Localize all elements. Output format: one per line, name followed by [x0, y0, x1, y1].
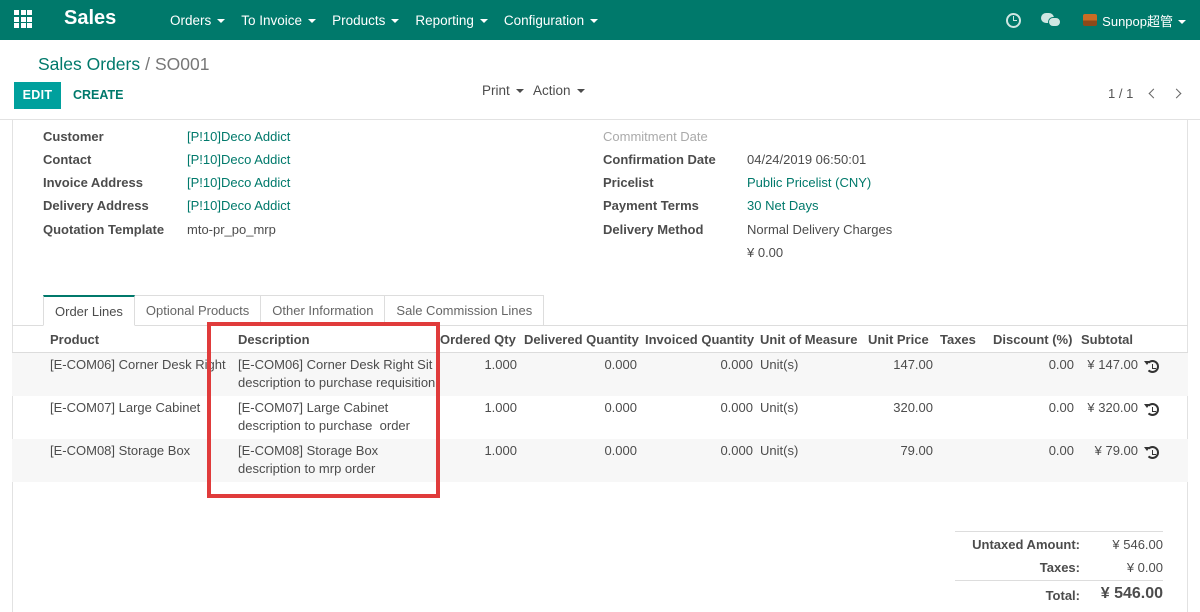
customer-label: Customer: [43, 129, 104, 144]
caret-down-icon: [576, 89, 585, 94]
delivery-method-label: Delivery Method: [603, 222, 704, 237]
row-ordered-qty: 1.000: [484, 357, 517, 372]
column-header-discount[interactable]: Discount (%): [993, 332, 1072, 347]
caret-down-icon: [391, 18, 400, 23]
app-brand[interactable]: Sales: [64, 7, 116, 30]
pricelist-value[interactable]: Public Pricelist (CNY): [747, 175, 871, 190]
breadcrumb-separator: /: [145, 54, 150, 74]
untaxed-amount-value: ¥ 546.00: [1112, 537, 1163, 552]
totals-top-divider: [955, 531, 1163, 532]
history-icon[interactable]: [1144, 446, 1159, 459]
menu-configuration[interactable]: Configuration: [504, 13, 599, 28]
delivery-address-value[interactable]: [P!10]Deco Addict: [187, 198, 290, 213]
main-menu: Orders To Invoice Products Reporting Con…: [170, 0, 614, 40]
confirmation-date-label: Confirmation Date: [603, 152, 716, 167]
row-unit-price: 79.00: [900, 443, 933, 458]
total-label: Total:: [1045, 588, 1080, 603]
pager-previous-button[interactable]: [1147, 87, 1159, 101]
row-invoiced-qty: 0.000: [720, 443, 753, 458]
totals-divider: [955, 580, 1163, 581]
row-delivered-qty: 0.000: [604, 357, 637, 372]
column-header-delivered-quantity[interactable]: Delivered Quantity: [524, 332, 639, 347]
confirmation-date-value: 04/24/2019 06:50:01: [747, 152, 867, 167]
column-header-taxes[interactable]: Taxes: [940, 332, 976, 347]
caret-down-icon: [1178, 20, 1186, 25]
invoice-address-label: Invoice Address: [43, 175, 143, 190]
chevron-right-icon: [1171, 88, 1182, 99]
row-product: [E-COM08] Storage Box: [50, 443, 191, 458]
payment-terms-label: Payment Terms: [603, 198, 699, 213]
tab-order-lines[interactable]: Order Lines: [43, 295, 135, 326]
pricelist-label: Pricelist: [603, 175, 654, 190]
column-header-unit-price[interactable]: Unit Price: [868, 332, 929, 347]
column-header-ordered-qty[interactable]: Ordered Qty: [440, 332, 516, 347]
taxes-value: ¥ 0.00: [1126, 560, 1163, 575]
total-value: ¥ 546.00: [1100, 585, 1163, 602]
delivery-method-value: Normal Delivery Charges: [747, 222, 893, 237]
breadcrumb: Sales Orders / SO001: [38, 54, 209, 75]
delivery-address-label: Delivery Address: [43, 198, 149, 213]
column-header-unit-of-measure[interactable]: Unit of Measure: [760, 332, 858, 347]
delivery-price-value: ¥ 0.00: [747, 245, 784, 260]
top-navbar: Sales Orders To Invoice Products Reporti…: [0, 0, 1200, 40]
row-subtotal: ¥ 147.00: [1087, 357, 1138, 372]
row-subtotal: ¥ 79.00: [1094, 443, 1138, 458]
row-unit-of-measure: Unit(s): [760, 443, 799, 458]
menu-products[interactable]: Products: [332, 13, 400, 28]
row-ordered-qty: 1.000: [484, 400, 517, 415]
row-unit-price: 320.00: [893, 400, 933, 415]
create-button[interactable]: CREATE: [73, 82, 123, 109]
row-invoiced-qty: 0.000: [720, 400, 753, 415]
untaxed-amount-label: Untaxed Amount:: [972, 537, 1080, 552]
customer-value[interactable]: [P!10]Deco Addict: [187, 129, 290, 144]
row-product: [E-COM06] Corner Desk Right Sit: [50, 357, 230, 372]
column-header-subtotal[interactable]: Subtotal: [1081, 332, 1133, 347]
menu-to-invoice[interactable]: To Invoice: [241, 13, 317, 28]
column-header-product[interactable]: Product: [50, 332, 99, 347]
user-avatar[interactable]: [1083, 14, 1098, 26]
row-unit-price: 147.00: [893, 357, 933, 372]
edit-button[interactable]: EDIT: [14, 82, 61, 109]
breadcrumb-sales-orders[interactable]: Sales Orders: [38, 54, 140, 74]
description-highlight-box: [207, 322, 440, 498]
action-dropdown[interactable]: Action: [533, 82, 585, 100]
commitment-date-label: Commitment Date: [603, 129, 708, 144]
taxes-label: Taxes:: [1039, 560, 1080, 575]
menu-reporting[interactable]: Reporting: [415, 13, 488, 28]
quotation-template-value: mto-pr_po_mrp: [187, 222, 276, 237]
row-subtotal: ¥ 320.00: [1087, 400, 1138, 415]
row-delivered-qty: 0.000: [604, 443, 637, 458]
print-dropdown[interactable]: Print: [482, 82, 524, 100]
row-product: [E-COM07] Large Cabinet: [50, 400, 201, 415]
apps-menu-icon[interactable]: [14, 10, 32, 28]
column-header-invoiced-quantity[interactable]: Invoiced Quantity: [645, 332, 754, 347]
row-invoiced-qty: 0.000: [720, 357, 753, 372]
row-delivered-qty: 0.000: [604, 400, 637, 415]
row-unit-of-measure: Unit(s): [760, 357, 799, 372]
payment-terms-value[interactable]: 30 Net Days: [747, 198, 819, 213]
caret-down-icon: [217, 18, 226, 23]
breadcrumb-current: SO001: [155, 54, 210, 74]
contact-label: Contact: [43, 152, 92, 167]
chevron-left-icon: [1148, 88, 1159, 99]
history-icon[interactable]: [1144, 360, 1159, 373]
caret-down-icon: [590, 18, 599, 23]
caret-down-icon: [515, 89, 524, 94]
user-menu[interactable]: Sunpop超管: [1102, 11, 1186, 30]
menu-orders[interactable]: Orders: [170, 13, 226, 28]
messaging-chat-icon[interactable]: [1041, 13, 1062, 27]
invoice-address-value[interactable]: [P!10]Deco Addict: [187, 175, 290, 190]
pager-next-button[interactable]: [1171, 87, 1183, 101]
activity-clock-icon[interactable]: [1006, 12, 1022, 28]
caret-down-icon: [479, 18, 488, 23]
caret-down-icon: [308, 18, 317, 23]
row-unit-of-measure: Unit(s): [760, 400, 799, 415]
quotation-template-label: Quotation Template: [43, 222, 165, 237]
history-icon[interactable]: [1144, 403, 1159, 416]
contact-value[interactable]: [P!10]Deco Addict: [187, 152, 290, 167]
row-ordered-qty: 1.000: [484, 443, 517, 458]
systray: Sunpop超管: [1006, 0, 1186, 40]
pager-value[interactable]: 1 / 1: [1108, 86, 1133, 101]
